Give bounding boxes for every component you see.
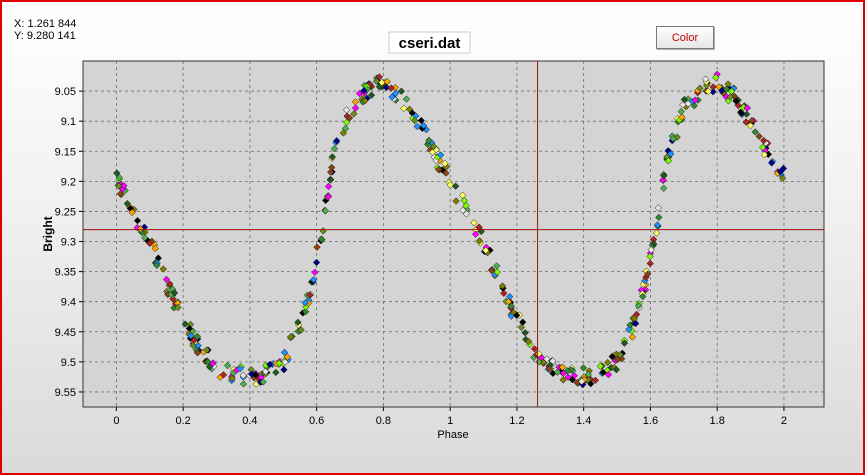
- y-tick-label: 9.15: [55, 146, 76, 158]
- y-tick-label: 9.1: [61, 116, 76, 128]
- x-tick-label: 0.8: [376, 415, 391, 427]
- x-tick-label: 2: [781, 415, 787, 427]
- y-axis-label: Bright: [41, 216, 55, 251]
- x-tick-label: 1.8: [710, 415, 725, 427]
- x-axis-ticks: 0 0.2 0.4 0.6 0.8 1 1.2 1.4 1.6 1.8 2: [113, 407, 787, 427]
- x-tick-label: 1.4: [576, 415, 591, 427]
- x-tick-label: 0.4: [242, 415, 257, 427]
- x-tick-label: 1.6: [643, 415, 658, 427]
- y-axis-ticks: 9.05 9.1 9.15 9.2 9.25 9.3 9.35 9.4 9.45 9.5 9.55: [55, 86, 83, 399]
- x-tick-label: 0: [113, 415, 119, 427]
- y-tick-label: 9.55: [55, 387, 76, 399]
- y-tick-label: 9.2: [61, 176, 76, 188]
- x-tick-label: 1.2: [509, 415, 524, 427]
- x-axis-label: Phase: [437, 429, 468, 441]
- y-tick-label: 9.45: [55, 327, 76, 339]
- x-tick-label: 1: [447, 415, 453, 427]
- chart-title: cseri.dat: [399, 35, 461, 52]
- y-tick-label: 9.3: [61, 237, 76, 249]
- x-tick-label: 0.6: [309, 415, 324, 427]
- light-curve-chart[interactable]: 0 0.2 0.4 0.6 0.8 1 1.2 1.4 1.6 1.8 2 9.059.19.159…: [0, 0, 865, 475]
- y-tick-label: 9.25: [55, 206, 76, 218]
- y-tick-label: 9.4: [61, 297, 76, 309]
- x-tick-label: 0.2: [175, 415, 190, 427]
- plot-area: [82, 60, 825, 408]
- y-tick-label: 9.5: [61, 357, 76, 369]
- y-tick-label: 9.35: [55, 267, 76, 279]
- y-tick-label: 9.05: [55, 86, 76, 98]
